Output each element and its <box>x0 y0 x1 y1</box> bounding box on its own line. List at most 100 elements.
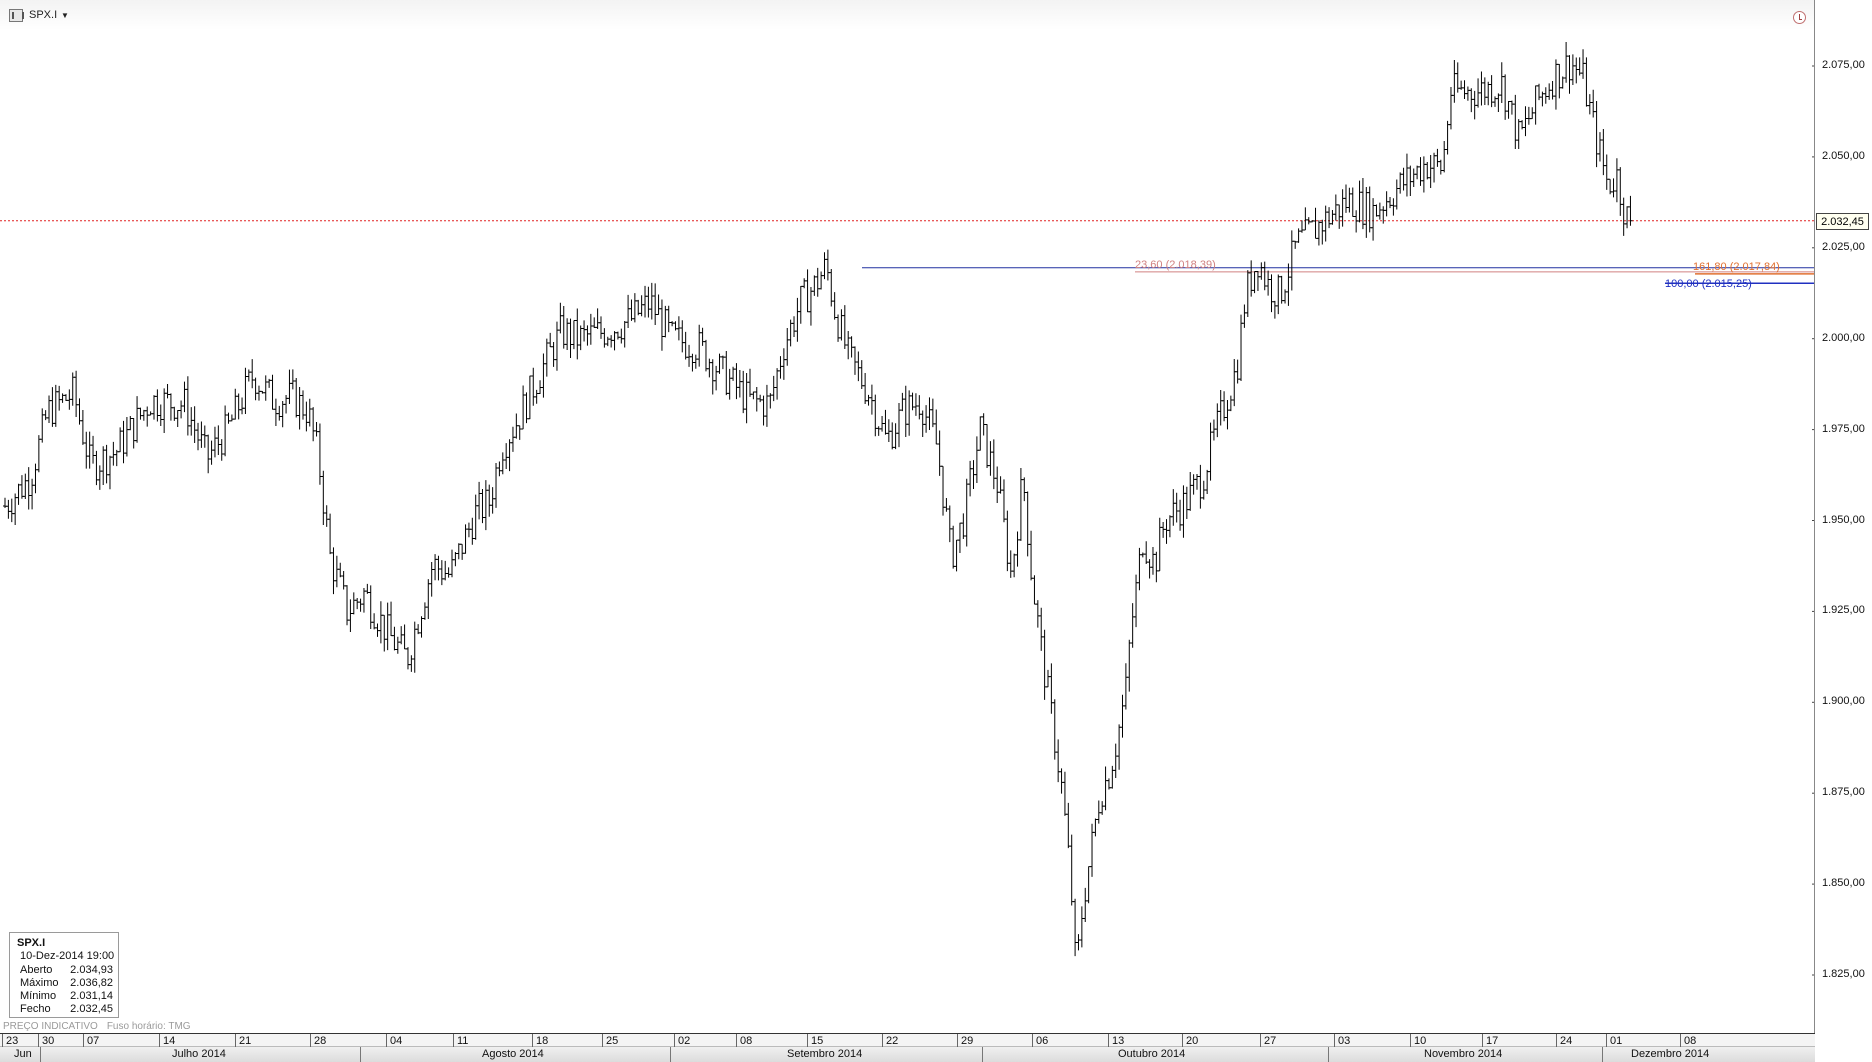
ohlc-bar <box>1594 101 1599 168</box>
ohlc-bar <box>165 383 170 399</box>
ohlc-bar <box>1320 219 1325 245</box>
month-separator <box>982 1047 983 1062</box>
x-tick-label: 11 <box>457 1035 469 1047</box>
ohlc-bar <box>1066 802 1071 849</box>
info-label: Fecho <box>20 1003 51 1015</box>
x-tick-mark <box>882 1034 883 1047</box>
ohlc-bar <box>494 463 499 508</box>
fib-label-23[interactable]: 23,60 (2.018,39) <box>1135 259 1216 271</box>
ohlc-bar <box>273 398 278 427</box>
ohlc-bar <box>893 423 898 450</box>
x-tick-mark <box>1680 1034 1681 1047</box>
ohlc-bar <box>1584 57 1589 107</box>
ohlc-bar <box>1327 207 1332 229</box>
fib-label-100[interactable]: 100,00 (2.015,25) <box>1665 278 1752 290</box>
ohlc-bar <box>9 498 14 523</box>
ohlc-bar <box>355 597 360 610</box>
ohlc-bar <box>1401 167 1406 191</box>
ohlc-bar <box>934 409 939 445</box>
ohlc-bar <box>1520 120 1525 130</box>
ohlc-bar <box>223 405 228 457</box>
ohlc-bar <box>189 407 194 436</box>
ohlc-bar <box>1604 154 1609 190</box>
ohlc-bar <box>687 344 692 367</box>
ohlc-bar <box>1364 187 1369 238</box>
ohlc-bar <box>751 391 756 400</box>
ohlc-bar <box>449 549 454 578</box>
ohlc-bar <box>6 499 11 519</box>
info-label: Máximo <box>20 977 59 989</box>
x-tick-label: 27 <box>1264 1035 1277 1047</box>
ohlc-bar <box>842 305 847 349</box>
x-tick-mark <box>386 1034 387 1047</box>
ohlc-bar <box>504 443 509 469</box>
ohlc-bar <box>1306 217 1311 225</box>
ohlc-bar <box>680 320 685 353</box>
ohlc-bar <box>1222 391 1227 422</box>
ohlc-bar <box>460 543 465 560</box>
ohlc-bar <box>521 385 526 430</box>
ohlc-bar <box>1110 765 1115 789</box>
ohlc-bar <box>1625 206 1630 229</box>
ohlc-bar <box>13 493 18 525</box>
ohlc-bar <box>80 409 85 445</box>
price-chart[interactable] <box>0 0 1815 1033</box>
ohlc-bar <box>1628 195 1633 226</box>
ohlc-bar <box>1543 87 1548 104</box>
ohlc-bar <box>111 441 116 466</box>
ohlc-bar <box>47 395 52 423</box>
ohlc-bar <box>1415 165 1420 180</box>
ohlc-bar <box>1286 263 1291 306</box>
ohlc-bar <box>307 398 312 427</box>
timezone-note: Fuso horário: TMG <box>106 1021 191 1032</box>
info-symbol: SPX.I <box>17 937 46 949</box>
ohlc-bar <box>1384 191 1389 217</box>
ohlc-bar <box>1167 515 1172 538</box>
ohlc-bar <box>1249 260 1254 297</box>
x-tick-mark <box>1108 1034 1109 1047</box>
ohlc-bar <box>832 292 837 320</box>
ohlc-bar <box>1123 663 1128 710</box>
ohlc-bar <box>575 308 580 360</box>
ohlc-bar <box>409 655 414 672</box>
ohlc-bar <box>1188 471 1193 511</box>
ohlc-bar <box>1035 600 1040 628</box>
ohlc-bar <box>1418 157 1423 186</box>
ohlc-bar <box>1360 177 1365 230</box>
ohlc-bar <box>1448 87 1453 130</box>
x-tick-label: 02 <box>678 1035 691 1047</box>
ohlc-bar <box>1408 165 1413 197</box>
ohlc-bar <box>727 368 732 400</box>
ohlc-bar <box>1452 59 1457 103</box>
x-tick-mark <box>674 1034 675 1047</box>
ohlc-bar <box>592 317 597 328</box>
x-axis-months[interactable]: Jun Julho 2014 Agosto 2014 Setembro 2014 Out… <box>0 1047 1815 1062</box>
ohlc-bar <box>466 522 471 538</box>
x-axis-days[interactable]: 23 30 07 14 21 28 04 11 18 25 02 08 15 22 29 06 13 20 27 03… <box>0 1033 1815 1047</box>
ohlc-bar <box>483 480 488 531</box>
ohlc-bar <box>1154 551 1159 583</box>
ohlc-bar <box>761 395 766 426</box>
ohlc-bar <box>941 465 946 516</box>
ohlc-bar <box>1103 766 1108 811</box>
ohlc-bar <box>1147 559 1152 579</box>
ohlc-bar <box>392 626 397 651</box>
ohlc-bar <box>175 410 180 427</box>
last-price-tag: 2.032,45 <box>1816 212 1869 230</box>
x-tick-mark <box>1334 1034 1335 1047</box>
y-tick-label: 1.925,00 <box>1822 604 1865 617</box>
ohlc-bar <box>764 384 769 427</box>
ohlc-bar <box>703 339 708 372</box>
ohlc-bar <box>321 470 326 525</box>
ohlc-bar <box>1574 57 1579 84</box>
ohlc-bar <box>585 325 590 346</box>
ohlc-bar <box>571 320 576 350</box>
ohlc-bar <box>1350 187 1355 218</box>
ohlc-bar <box>345 585 350 626</box>
info-row-high: Máximo 2.036,82 <box>20 977 116 990</box>
fib-label-161[interactable]: 161,80 (2.017,84) <box>1693 261 1780 273</box>
month-separator <box>1602 1047 1603 1062</box>
ohlc-bar <box>1215 403 1220 438</box>
ohlc-bar <box>558 302 563 334</box>
ohlc-bar <box>1618 167 1623 216</box>
